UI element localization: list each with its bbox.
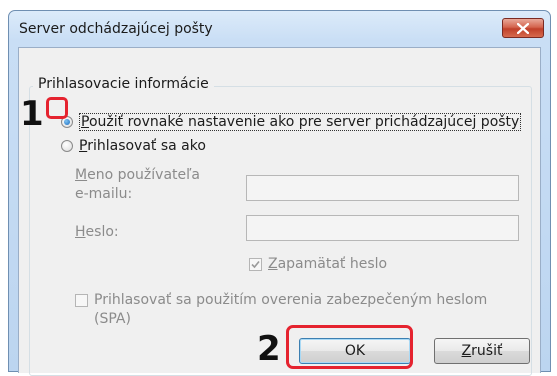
dialog-client-area: Prihlasovacie informácie Použiť rovnaké … (18, 47, 541, 376)
checkmark-icon (251, 260, 260, 269)
close-icon (517, 22, 529, 34)
step-number-2: 2 (257, 329, 281, 369)
spa-label: Prihlasovať sa použitím overenia zabezpe… (94, 292, 488, 327)
remember-password-checkbox[interactable]: Zapamätať heslo (249, 255, 387, 274)
use-same-settings-radio[interactable]: Použiť rovnaké nastavenie ako pre server… (61, 113, 522, 131)
checkbox-box[interactable] (75, 294, 88, 307)
cancel-button[interactable]: Zrušiť (434, 338, 530, 364)
use-same-settings-label: Použiť rovnaké nastavenie ako pre server… (79, 113, 522, 131)
username-label: Meno používateľa e-mailu: (75, 167, 200, 202)
spa-checkbox[interactable]: Prihlasovať sa použitím overenia zabezpe… (75, 291, 487, 329)
remember-password-label: Zapamätať heslo (268, 256, 388, 272)
window-title: Server odchádzajúcej pošty (19, 21, 213, 37)
login-as-radio[interactable]: Prihlasovať sa ako (61, 138, 206, 154)
password-label: Heslo: (75, 224, 119, 240)
group-legend: Prihlasovacie informácie (33, 76, 214, 92)
close-button[interactable] (502, 18, 544, 38)
radio-indicator[interactable] (61, 140, 73, 152)
dialog-window: Server odchádzajúcej pošty Prihlasovacie… (8, 10, 551, 376)
password-input[interactable] (246, 215, 519, 241)
username-input[interactable] (246, 175, 519, 201)
checkbox-box[interactable] (249, 258, 262, 271)
login-as-label: Prihlasovať sa ako (79, 138, 206, 154)
step-number-1: 1 (20, 94, 44, 134)
ok-button-highlight (286, 325, 413, 369)
radio-highlight (46, 97, 68, 119)
title-bar[interactable]: Server odchádzajúcej pošty (9, 11, 550, 47)
